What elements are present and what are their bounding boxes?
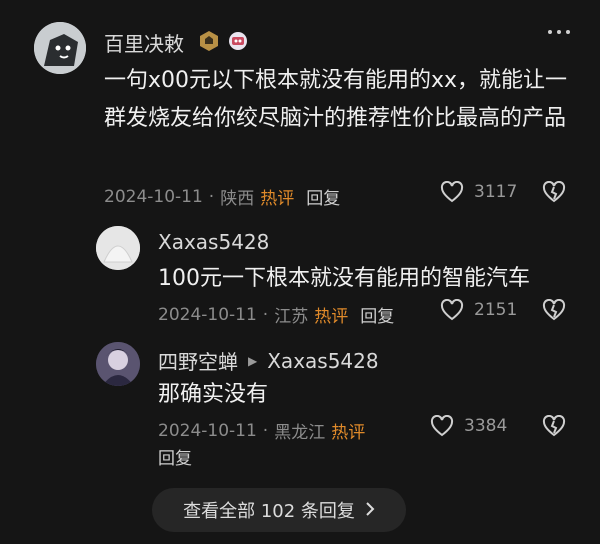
comment-date: 2024-10-11 — [158, 304, 257, 325]
chevron-right-icon — [365, 500, 375, 521]
like-button[interactable]: 3384 — [430, 415, 507, 437]
comment-date: 2024-10-11 — [104, 186, 203, 207]
username-link[interactable]: 四野空蝉 — [158, 346, 238, 375]
avatar[interactable] — [96, 226, 140, 270]
comment-location: 黑龙江 — [274, 423, 326, 443]
username[interactable]: Xaxas5428 — [158, 230, 269, 254]
broken-heart-icon — [542, 298, 566, 321]
hot-comment-badge: 热评 — [314, 307, 349, 327]
level-badge-icon — [198, 30, 220, 56]
heart-icon — [440, 181, 464, 203]
broken-heart-icon — [542, 414, 566, 437]
comment-meta: 2024-10-11 · 陕西 热评 回复 — [104, 184, 340, 210]
more-options-icon[interactable] — [548, 30, 570, 34]
heart-icon — [430, 415, 454, 437]
like-button[interactable]: 2151 — [440, 299, 517, 321]
fan-badge-icon — [228, 31, 248, 55]
view-all-replies-button[interactable]: 查看全部 102 条回复 — [152, 488, 406, 532]
username[interactable]: 百里决敕 — [104, 28, 184, 57]
hot-comment-badge: 热评 — [331, 423, 366, 443]
reply-button[interactable]: 回复 — [158, 444, 192, 469]
heart-icon — [440, 299, 464, 321]
reply-to-user[interactable]: Xaxas5428 — [267, 349, 378, 373]
comment-text: 那确实没有 — [158, 382, 269, 407]
hot-comment-badge: 热评 — [260, 189, 295, 209]
like-count: 3384 — [464, 416, 508, 436]
like-count: 3117 — [474, 182, 518, 202]
broken-heart-icon — [542, 180, 566, 203]
avatar[interactable] — [96, 342, 140, 386]
reply-button[interactable]: 回复 — [306, 184, 340, 209]
reply-button[interactable]: 回复 — [360, 302, 394, 327]
reply-arrow-icon: ▶ — [248, 353, 258, 368]
comment-location: 陕西 — [220, 189, 255, 209]
comment-date: 2024-10-11 — [158, 420, 257, 441]
comment-text: 100元一下根本就没有能用的智能汽车 — [158, 266, 530, 291]
comment-text: 一句x00元以下根本就没有能用的xx，就能让一群发烧友给你绞尽脑汁的推荐性价比最… — [104, 68, 568, 131]
username: 四野空蝉 ▶ Xaxas5428 — [158, 346, 379, 375]
view-all-label: 查看全部 102 条回复 — [183, 501, 355, 522]
dislike-button[interactable] — [542, 414, 566, 441]
comment-meta: 2024-10-11 · 黑龙江 热评 — [158, 418, 366, 444]
dislike-button[interactable] — [542, 180, 566, 207]
comment-location: 江苏 — [274, 307, 309, 327]
like-button[interactable]: 3117 — [440, 181, 517, 203]
avatar[interactable] — [34, 22, 86, 74]
like-count: 2151 — [474, 300, 518, 320]
dislike-button[interactable] — [542, 298, 566, 325]
comment-meta: 2024-10-11 · 江苏 热评 回复 — [158, 302, 394, 328]
